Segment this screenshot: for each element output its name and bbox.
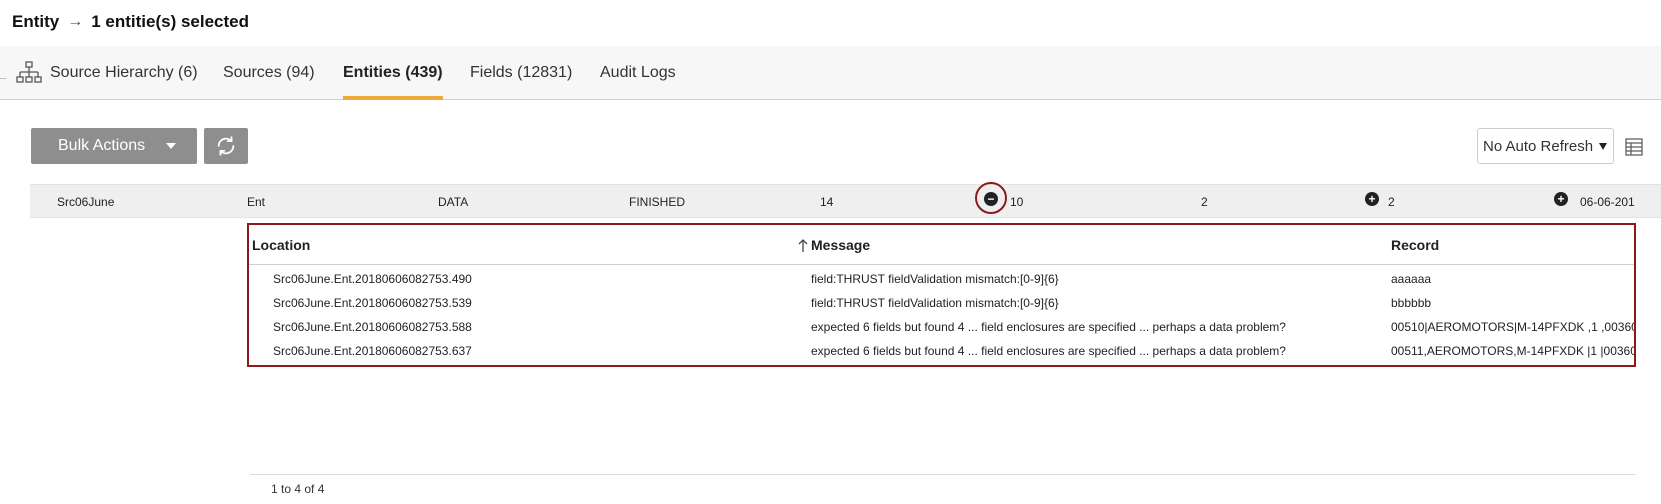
cell-message: field:THRUST fieldValidation mismatch:[0… <box>811 272 1059 286</box>
column-header-location[interactable]: Location <box>252 225 310 265</box>
cell-location: Src06June.Ent.20180606082753.588 <box>273 320 472 334</box>
expand-plus-icon[interactable]: + <box>1365 192 1379 206</box>
tab-label: Source Hierarchy (6) <box>50 64 198 81</box>
cell-location: Src06June.Ent.20180606082753.490 <box>273 272 472 286</box>
cell-type: DATA <box>438 195 469 209</box>
cell-date: 06-06-201 <box>1580 195 1635 209</box>
cell-record: 00511,AEROMOTORS,M-14PFXDK |1 |00360 <box>1391 344 1636 358</box>
tab-audit-logs[interactable]: Audit Logs <box>600 46 676 100</box>
cell-message: expected 6 fields but found 4 ... field … <box>811 344 1286 358</box>
table-header: Location Message Record <box>249 225 1634 265</box>
breadcrumb: Entity → 1 entitie(s) selected <box>12 10 249 34</box>
bulk-actions-button[interactable]: Bulk Actions <box>31 128 197 164</box>
tab-entities[interactable]: Entities (439) <box>343 46 443 100</box>
breadcrumb-current: 1 entitie(s) selected <box>91 12 250 31</box>
bulk-actions-label: Bulk Actions <box>58 137 146 154</box>
cell-message: field:THRUST fieldValidation mismatch:[0… <box>811 296 1059 310</box>
cell-count-3: 2 <box>1201 195 1208 209</box>
collapse-minus-icon[interactable]: − <box>984 192 998 206</box>
caret-down-icon <box>166 143 176 149</box>
cell-message: expected 6 fields but found 4 ... field … <box>811 320 1286 334</box>
tab-label: Audit Logs <box>600 64 676 81</box>
table-icon[interactable] <box>1625 138 1643 156</box>
hierarchy-icon <box>16 61 42 83</box>
refresh-icon <box>217 136 235 156</box>
cell-record: 00510|AEROMOTORS|M-14PFXDK ,1 ,00360 <box>1391 320 1636 334</box>
pagination-summary: 1 to 4 of 4 <box>271 482 325 496</box>
table-row[interactable]: Src06June.Ent.20180606082753.539 field:T… <box>249 291 1634 315</box>
breadcrumb-root[interactable]: Entity <box>12 12 59 32</box>
tab-label: Entities (439) <box>343 64 443 81</box>
refresh-button[interactable] <box>204 128 248 164</box>
auto-refresh-select[interactable]: No Auto Refresh <box>1477 128 1614 164</box>
tab-label: Sources (94) <box>223 64 315 81</box>
table-row[interactable]: Src06June.Ent.20180606082753.588 expecte… <box>249 315 1634 339</box>
tab-label: Fields (12831) <box>470 64 573 81</box>
cell-record: bbbbbb <box>1391 296 1432 310</box>
auto-refresh-value: No Auto Refresh <box>1483 137 1594 155</box>
table-footer-divider <box>250 474 1636 475</box>
tab-bar: Source Hierarchy (6) Sources (94) Entiti… <box>0 46 1661 100</box>
dropdown-arrow-icon <box>1599 143 1607 150</box>
error-details-table: Location Message Record Src06June.Ent.20… <box>247 223 1636 367</box>
column-header-message[interactable]: Message <box>811 225 870 265</box>
entity-row[interactable]: Src06June Ent DATA FINISHED 14 10 2 2 06… <box>30 184 1661 218</box>
cell-location: Src06June.Ent.20180606082753.539 <box>273 296 472 310</box>
cell-status: FINISHED <box>629 195 686 209</box>
tab-fields[interactable]: Fields (12831) <box>470 46 572 100</box>
table-row[interactable]: Src06June.Ent.20180606082753.637 expecte… <box>249 339 1634 363</box>
sort-ascending-icon[interactable] <box>796 237 810 253</box>
tab-source-hierarchy[interactable]: Source Hierarchy (6) <box>16 46 198 100</box>
cell-count-2: 10 <box>1010 195 1024 209</box>
cell-location: Src06June.Ent.20180606082753.637 <box>273 344 472 358</box>
cell-count-1: 14 <box>820 195 834 209</box>
arrow-right-icon: → <box>67 13 84 30</box>
expand-plus-icon[interactable]: + <box>1554 192 1568 206</box>
cell-record: aaaaaa <box>1391 272 1432 286</box>
column-header-record[interactable]: Record <box>1391 225 1439 265</box>
tab-sources[interactable]: Sources (94) <box>223 46 315 100</box>
cell-count-4: 2 <box>1388 195 1395 209</box>
cell-entity: Ent <box>247 195 266 209</box>
tabbar-divider <box>0 78 6 79</box>
cell-source: Src06June <box>57 195 115 209</box>
table-row[interactable]: Src06June.Ent.20180606082753.490 field:T… <box>249 267 1634 291</box>
